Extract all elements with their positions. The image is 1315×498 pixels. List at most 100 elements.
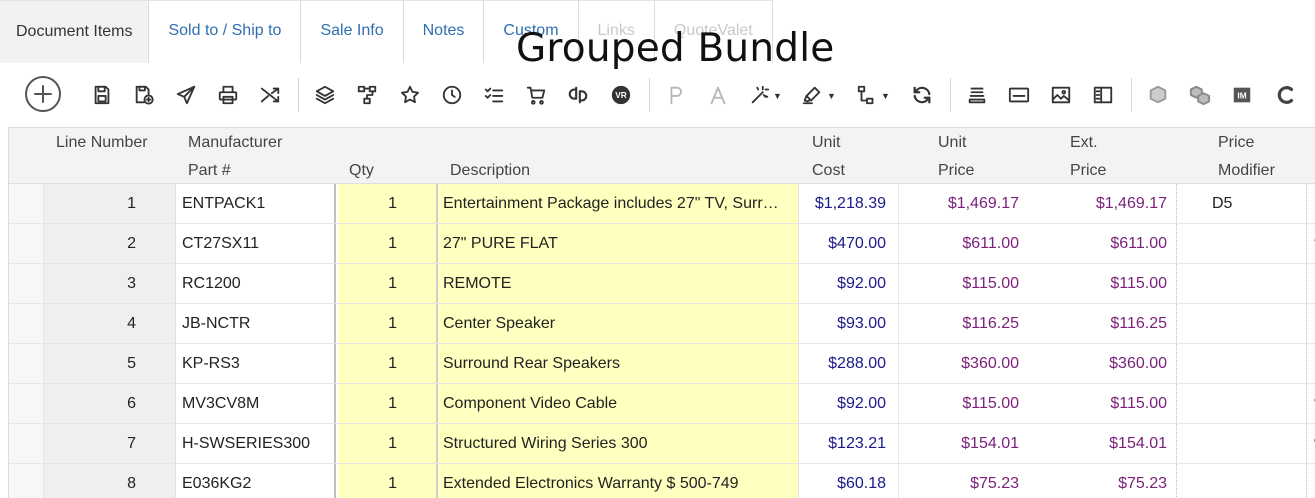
col-qty[interactable]: Qty	[349, 162, 374, 180]
description-cell[interactable]: Surround Rear Speakers	[438, 344, 799, 383]
unit-cost-cell[interactable]: $92.00	[799, 384, 899, 423]
part-number-cell[interactable]: KP-RS3	[176, 344, 336, 383]
unit-price-cell[interactable]: $154.01	[899, 424, 1029, 463]
table-row[interactable]: 1 ENTPACK1 1 Entertainment Package includes…	[9, 184, 1315, 224]
im-icon[interactable]: IM	[1227, 80, 1257, 110]
price-modifier-cell[interactable]	[1207, 224, 1307, 263]
keyboard-icon[interactable]	[1004, 80, 1034, 110]
tab-sold-to-ship-to[interactable]: Sold to / Ship to	[149, 0, 302, 63]
col-manufacturer[interactable]: Manufacturer	[188, 134, 282, 152]
part-number-cell[interactable]: JB-NCTR	[176, 304, 336, 343]
price-modifier-cell[interactable]	[1207, 304, 1307, 343]
description-cell[interactable]: Entertainment Package includes 27" TV, S…	[438, 184, 799, 223]
hierarchy-icon[interactable]	[352, 80, 382, 110]
price-modifier-cell[interactable]	[1207, 264, 1307, 303]
vr-icon[interactable]: VR	[606, 80, 636, 110]
part-number-cell[interactable]: ENTPACK1	[176, 184, 336, 223]
chevron-down-icon[interactable]: ▼	[773, 91, 782, 101]
unit-cost-cell[interactable]: $60.18	[799, 464, 899, 498]
checklist-icon[interactable]	[479, 80, 509, 110]
highlighter-icon[interactable]	[797, 80, 827, 110]
add-circle-icon[interactable]	[23, 74, 63, 114]
col-price-modifier[interactable]: Modifier	[1218, 162, 1275, 180]
col-unit-price[interactable]: Price	[938, 162, 974, 180]
flow-icon[interactable]	[852, 80, 882, 110]
table-row[interactable]: 2 CT27SX11 1 27" PURE FLAT $470.00 $611.00 $61…	[9, 224, 1315, 264]
qty-cell[interactable]: 1	[338, 384, 438, 423]
unit-cost-cell[interactable]: $470.00	[799, 224, 899, 263]
star-icon[interactable]	[395, 80, 425, 110]
quickbooks-icon[interactable]	[563, 80, 593, 110]
chevron-down-icon[interactable]: ▼	[827, 91, 836, 101]
layers-icon[interactable]	[310, 80, 340, 110]
qty-cell[interactable]: 1	[338, 224, 438, 263]
qty-cell[interactable]: 1	[338, 264, 438, 303]
unit-price-cell[interactable]: $115.00	[899, 384, 1029, 423]
save-new-icon[interactable]	[129, 80, 159, 110]
tab-sale-info[interactable]: Sale Info	[301, 0, 404, 63]
part-number-cell[interactable]: H-SWSERIES300	[176, 424, 336, 463]
unit-price-cell[interactable]: $360.00	[899, 344, 1029, 383]
unit-price-cell[interactable]: $611.00	[899, 224, 1029, 263]
price-modifier-cell[interactable]	[1207, 384, 1307, 423]
part-number-cell[interactable]: E036KG2	[176, 464, 336, 498]
cube-icon[interactable]	[1143, 80, 1173, 110]
col-unit-cost[interactable]: Cost	[812, 162, 845, 180]
price-modifier-cell[interactable]	[1207, 464, 1307, 498]
description-cell[interactable]: Extended Electronics Warranty $ 500-749	[438, 464, 799, 498]
description-cell[interactable]: Structured Wiring Series 300	[438, 424, 799, 463]
table-row[interactable]: 6 MV3CV8M 1 Component Video Cable $92.00 $115…	[9, 384, 1315, 424]
table-row[interactable]: 4 JB-NCTR 1 Center Speaker $93.00 $116.25 $116…	[9, 304, 1315, 344]
unit-cost-cell[interactable]: $288.00	[799, 344, 899, 383]
part-number-cell[interactable]: CT27SX11	[176, 224, 336, 263]
col-unit-cost-top[interactable]: Unit	[812, 134, 840, 152]
print-icon[interactable]	[213, 80, 243, 110]
cart-icon[interactable]	[521, 80, 551, 110]
unit-cost-cell[interactable]: $123.21	[799, 424, 899, 463]
col-ext-price-top[interactable]: Ext.	[1070, 134, 1098, 152]
cubes-icon[interactable]	[1185, 80, 1215, 110]
unit-cost-cell[interactable]: $1,218.39	[799, 184, 899, 223]
col-part[interactable]: Part #	[188, 162, 231, 180]
magic-wand-icon[interactable]	[745, 80, 775, 110]
col-ext-price[interactable]: Price	[1070, 162, 1106, 180]
qty-cell[interactable]: 1	[338, 424, 438, 463]
image-icon[interactable]	[1046, 80, 1076, 110]
tab-notes[interactable]: Notes	[403, 0, 485, 63]
price-modifier-cell[interactable]: D5	[1207, 184, 1307, 223]
table-row[interactable]: 5 KP-RS3 1 Surround Rear Speakers $288.00 $36…	[9, 344, 1315, 384]
description-cell[interactable]: REMOTE	[438, 264, 799, 303]
table-row[interactable]: 8 E036KG2 1 Extended Electronics Warranty $…	[9, 464, 1315, 498]
tab-document-items[interactable]: Document Items	[0, 0, 150, 63]
unit-cost-cell[interactable]: $93.00	[799, 304, 899, 343]
table-row[interactable]: 3RC12001REMOTE$92.00$115.00$115.00I	[9, 264, 1315, 304]
unit-cost-cell[interactable]: $92.00	[799, 264, 899, 303]
part-number-cell[interactable]: MV3CV8M	[176, 384, 336, 423]
table-row[interactable]: 7 H-SWSERIES300 1 Structured Wiring Series …	[9, 424, 1315, 464]
col-description[interactable]: Description	[450, 162, 530, 180]
chevron-down-icon[interactable]: ▼	[881, 91, 890, 101]
qty-cell[interactable]: 1	[338, 184, 438, 223]
price-modifier-cell[interactable]	[1207, 344, 1307, 383]
description-cell[interactable]: Center Speaker	[438, 304, 799, 343]
send-icon[interactable]	[171, 80, 201, 110]
unit-price-cell[interactable]: $1,469.17	[899, 184, 1029, 223]
shuffle-icon[interactable]	[255, 80, 285, 110]
col-line-number[interactable]: Line Number	[56, 134, 148, 152]
spinner-icon[interactable]	[1271, 80, 1301, 110]
col-unit-price-top[interactable]: Unit	[938, 134, 966, 152]
layout-icon[interactable]	[1088, 80, 1118, 110]
description-cell[interactable]: Component Video Cable	[438, 384, 799, 423]
unit-price-cell[interactable]: $115.00	[899, 264, 1029, 303]
unit-price-cell[interactable]: $116.25	[899, 304, 1029, 343]
clock-icon[interactable]	[437, 80, 467, 110]
price-modifier-cell[interactable]	[1207, 424, 1307, 463]
qty-cell[interactable]: 1	[338, 304, 438, 343]
scanner-icon[interactable]	[962, 80, 992, 110]
qty-cell[interactable]: 1	[338, 344, 438, 383]
part-number-cell[interactable]: RC1200	[176, 264, 336, 303]
unit-price-cell[interactable]: $75.23	[899, 464, 1029, 498]
description-cell[interactable]: 27" PURE FLAT	[438, 224, 799, 263]
col-price-modifier-top[interactable]: Price	[1218, 134, 1254, 152]
qty-cell[interactable]: 1	[338, 464, 438, 498]
